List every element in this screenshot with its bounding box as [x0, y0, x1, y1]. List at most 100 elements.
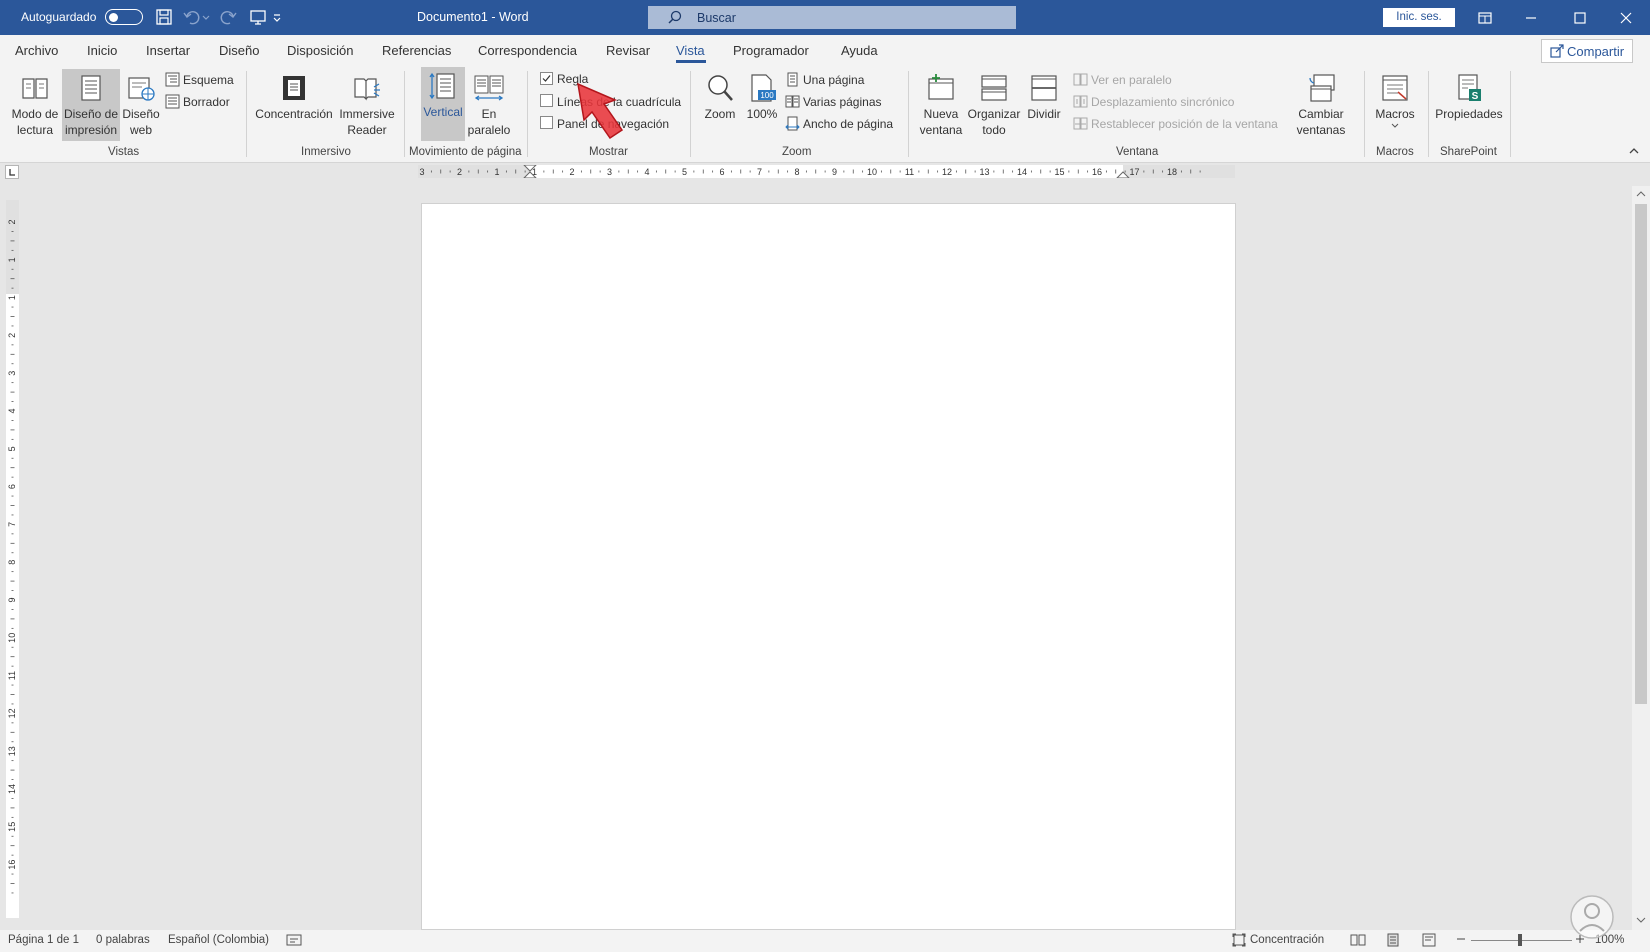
organizar-todo-button[interactable]: Organizar todo — [964, 69, 1024, 139]
ruler-tick-label: 15 — [7, 822, 17, 832]
en-paralelo-label-2: paralelo — [467, 123, 511, 137]
una-pagina-button[interactable]: Una página — [785, 71, 885, 89]
zoom-slider-handle[interactable] — [1518, 934, 1522, 946]
ruler-top-margin — [6, 200, 19, 294]
horizontal-ruler[interactable]: 3 2 1 1 2 3 4 5 6 7 8 9 10 11 12 13 14 15 16 17 18 — [418, 165, 1235, 178]
ruler-tick-label: 5 — [682, 167, 687, 177]
undo-icon[interactable] — [183, 8, 203, 28]
ruler-tick-label: 14 — [1017, 167, 1027, 177]
group-separator — [908, 71, 909, 157]
ruler-tick-label: 17 — [1129, 167, 1139, 177]
macros-dropdown-icon — [1370, 122, 1420, 130]
group-separator — [1428, 71, 1429, 157]
borrador-button[interactable]: Borrador — [165, 93, 245, 111]
focus-mode-icon[interactable] — [1232, 933, 1246, 947]
desplazamiento-sincronico-button[interactable]: Desplazamiento sincrónico — [1073, 93, 1253, 111]
undo-dropdown-icon[interactable] — [202, 8, 212, 28]
word-count[interactable]: 0 palabras — [96, 934, 150, 946]
propiedades-button[interactable]: S Propiedades — [1434, 69, 1504, 139]
ruler-tick-label: 13 — [7, 746, 17, 756]
group-separator — [404, 71, 405, 157]
group-label-sharepoint: SharePoint — [1440, 146, 1497, 158]
scrollbar-thumb[interactable] — [1635, 204, 1647, 704]
varias-paginas-button[interactable]: Varias páginas — [785, 93, 885, 111]
vertical-ruler[interactable]: 2 1 1 2 3 4 5 6 7 8 9 10 11 12 13 14 15 16 — [6, 200, 19, 918]
magnifier-icon — [705, 73, 735, 103]
language-indicator[interactable]: Español (Colombia) — [168, 934, 269, 946]
autosave-toggle[interactable] — [105, 9, 143, 25]
regla-checkbox[interactable] — [540, 72, 553, 85]
redo-icon[interactable] — [219, 8, 239, 28]
tab-selector-icon[interactable] — [5, 165, 19, 179]
varias-paginas-label: Varias páginas — [803, 95, 882, 109]
diseno-web-button[interactable]: Diseño web — [121, 69, 161, 139]
focus-icon — [279, 73, 309, 103]
tab-insertar[interactable]: Insertar — [146, 43, 190, 58]
read-mode-view-icon[interactable] — [1350, 933, 1366, 947]
diseno-web-label-1: Diseño — [122, 107, 160, 121]
zoom-button[interactable]: Zoom — [699, 69, 741, 139]
view-side-by-side-icon — [1073, 72, 1088, 87]
restablecer-posicion-button[interactable]: Restablecer posición de la ventana — [1073, 115, 1283, 133]
close-icon[interactable] — [1615, 7, 1637, 29]
share-icon — [1550, 44, 1564, 58]
restablecer-posicion-label: Restablecer posición de la ventana — [1091, 117, 1278, 131]
zoom-label: Zoom — [704, 107, 736, 121]
split-icon — [1029, 73, 1059, 103]
cambiar-ventanas-button[interactable]: Cambiar ventanas — [1291, 69, 1351, 143]
diseno-impresion-button[interactable]: Diseño de impresión — [62, 69, 120, 141]
sign-in-button[interactable]: Inic. ses. — [1383, 8, 1455, 27]
zoom-out-icon[interactable] — [1456, 932, 1466, 946]
group-label-ventana: Ventana — [1116, 146, 1159, 158]
sharepoint-properties-icon: S — [1454, 73, 1484, 103]
web-layout-view-icon[interactable] — [1422, 933, 1438, 947]
ver-en-paralelo-button[interactable]: Ver en paralelo — [1073, 71, 1213, 89]
collapse-ribbon-icon[interactable] — [1628, 146, 1640, 156]
print-layout-view-icon[interactable] — [1386, 933, 1400, 947]
tab-ayuda[interactable]: Ayuda — [841, 43, 878, 58]
customize-qat-icon[interactable] — [272, 8, 284, 28]
tab-inicio[interactable]: Inicio — [87, 43, 117, 58]
tab-disposicion[interactable]: Disposición — [287, 43, 353, 58]
tab-archivo[interactable]: Archivo — [15, 43, 58, 58]
tab-correspondencia[interactable]: Correspondencia — [478, 43, 577, 58]
concentracion-label: Concentración — [255, 107, 333, 121]
search-input[interactable]: Buscar — [648, 6, 1016, 29]
document-page[interactable] — [421, 203, 1236, 930]
en-paralelo-button[interactable]: En paralelo — [467, 69, 511, 139]
tab-vista[interactable]: Vista — [676, 43, 705, 58]
share-button[interactable]: Compartir — [1541, 39, 1633, 63]
vertical-button[interactable]: Vertical — [421, 67, 465, 141]
tab-revisar[interactable]: Revisar — [606, 43, 650, 58]
modo-lectura-button[interactable]: Modo de lectura — [8, 69, 62, 139]
maximize-icon[interactable] — [1569, 7, 1591, 29]
ruler-tick-label: 3 — [7, 371, 17, 376]
save-icon[interactable] — [155, 8, 175, 28]
lineas-cuadricula-checkbox[interactable] — [540, 94, 553, 107]
nueva-ventana-button[interactable]: Nueva ventana — [914, 69, 968, 139]
tab-programador[interactable]: Programador — [733, 43, 809, 58]
page-count[interactable]: Página 1 de 1 — [8, 934, 79, 946]
panel-navegacion-checkbox[interactable] — [540, 116, 553, 129]
focus-mode-label[interactable]: Concentración — [1250, 934, 1324, 946]
ancho-pagina-button[interactable]: Ancho de página — [785, 115, 895, 133]
esquema-button[interactable]: Esquema — [165, 71, 245, 89]
scroll-down-icon[interactable] — [1636, 916, 1646, 924]
immersive-reader-button[interactable]: Immersive Reader — [337, 69, 397, 139]
accessibility-icon[interactable] — [286, 933, 302, 947]
tab-diseno[interactable]: Diseño — [219, 43, 259, 58]
zoom-100-button[interactable]: 100 100% — [742, 69, 782, 139]
presentation-icon[interactable] — [249, 8, 269, 28]
ruler-tick-label: 4 — [644, 167, 649, 177]
macros-button[interactable]: Macros — [1370, 69, 1420, 143]
vertical-scrollbar[interactable] — [1632, 186, 1650, 930]
title-bar: Autoguardado Documento1 - Word Buscar In… — [0, 0, 1650, 35]
diseno-impresion-label-2: impresión — [64, 123, 118, 137]
tab-referencias[interactable]: Referencias — [382, 43, 451, 58]
macros-label: Macros — [1375, 107, 1415, 121]
minimize-icon[interactable] — [1520, 7, 1542, 29]
concentracion-button[interactable]: Concentración — [254, 69, 334, 139]
scroll-up-icon[interactable] — [1636, 190, 1646, 198]
ribbon-display-icon[interactable] — [1474, 7, 1496, 29]
dividir-button[interactable]: Dividir — [1021, 69, 1067, 139]
